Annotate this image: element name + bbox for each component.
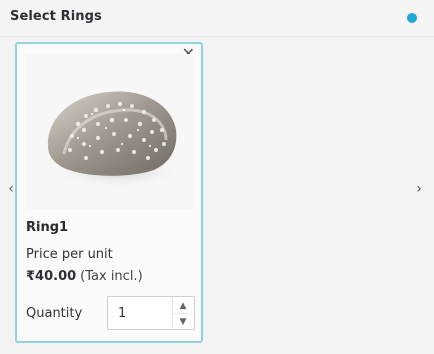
increment-button[interactable]: ▲ — [173, 298, 193, 314]
chevron-left-icon: ‹ — [8, 181, 14, 197]
quantity-label: Quantity — [26, 306, 83, 321]
chevron-down-icon: ▼ — [179, 316, 187, 327]
panel-header: Select Rings — [0, 0, 434, 37]
chevron-right-icon: › — [416, 181, 422, 197]
decrement-button[interactable]: ▼ — [173, 314, 193, 329]
price-label: Price per unit — [26, 247, 113, 262]
info-icon[interactable] — [407, 13, 417, 23]
carousel-next-button[interactable]: › — [410, 177, 428, 201]
quantity-stepper: ▲ ▼ — [107, 296, 195, 330]
ring-image — [26, 54, 193, 209]
quantity-input[interactable] — [108, 297, 172, 329]
ring-card[interactable]: ✕ — [15, 42, 203, 343]
ring-name: Ring1 — [26, 220, 69, 235]
select-rings-panel: Select Rings ‹ › ✕ — [0, 0, 434, 354]
panel-title: Select Rings — [10, 9, 102, 24]
tax-note: (Tax incl.) — [80, 269, 143, 284]
stepper-controls: ▲ ▼ — [172, 298, 193, 328]
price-value: ₹40.00 — [26, 269, 77, 284]
price-row: ₹40.00 (Tax incl.) — [26, 269, 143, 284]
chevron-up-icon: ▲ — [179, 300, 187, 311]
carousel: ‹ › ✕ — [0, 37, 434, 354]
